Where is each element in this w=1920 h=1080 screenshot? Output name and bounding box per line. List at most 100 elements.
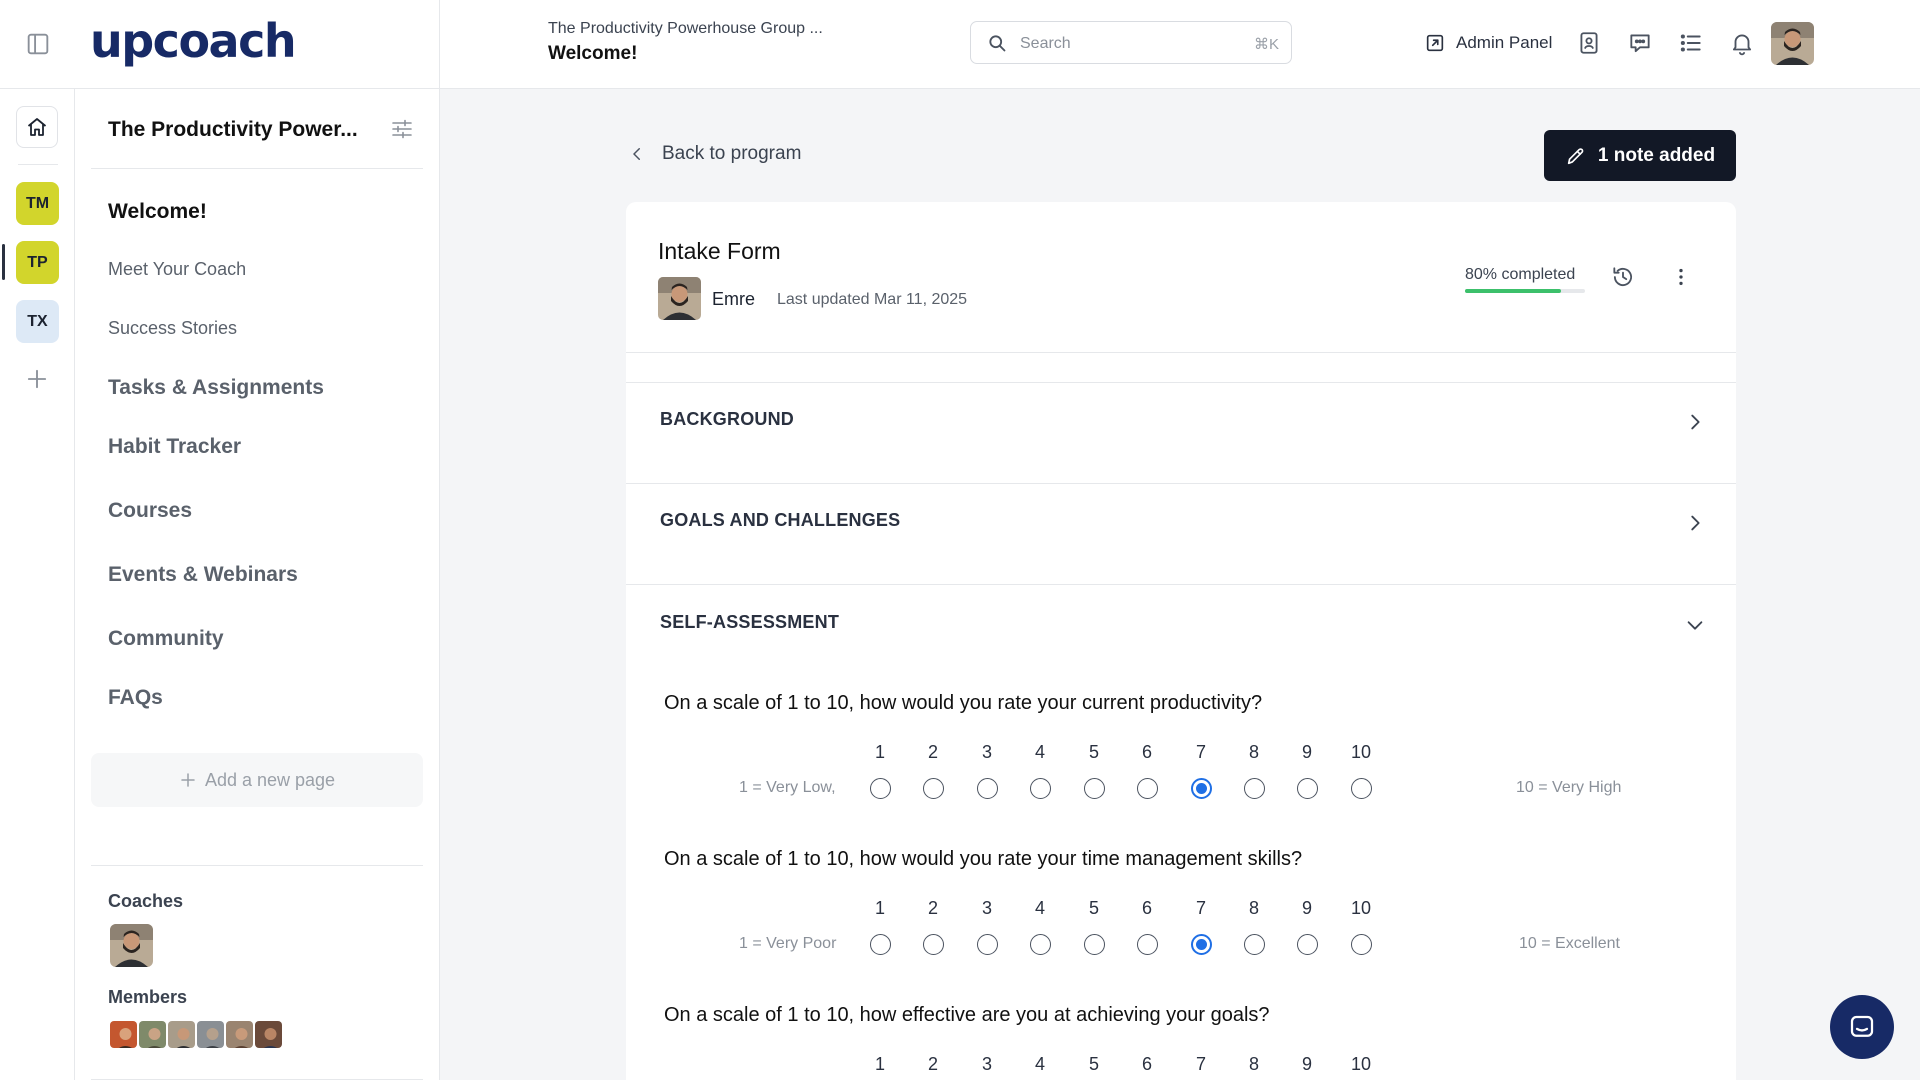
sidebar-item-welcome[interactable]: Welcome!: [108, 200, 207, 224]
workspace-tm[interactable]: TM: [16, 182, 59, 225]
app-logo[interactable]: upcoach: [90, 14, 297, 68]
chat-icon[interactable]: [1627, 30, 1653, 56]
history-icon[interactable]: [1610, 264, 1636, 290]
member-avatar[interactable]: [108, 1019, 139, 1050]
sidebar-item-tasks[interactable]: Tasks & Assignments: [108, 376, 324, 400]
sidebar-item-success-stories[interactable]: Success Stories: [108, 318, 237, 339]
scale-number: 6: [1141, 1054, 1152, 1074]
rating-radio[interactable]: [1190, 778, 1212, 799]
progress-label: 80% completed: [1465, 266, 1576, 283]
sidebar-toggle-icon[interactable]: [24, 30, 52, 58]
author-name: Emre: [712, 289, 756, 309]
scale-high-label: 10 = Excellent: [1519, 935, 1620, 952]
rating-radio[interactable]: [1350, 934, 1372, 955]
search-input[interactable]: Search ⌘K: [970, 21, 1292, 64]
coach-avatar[interactable]: [110, 924, 153, 967]
home-button[interactable]: [16, 106, 58, 148]
sidebar-item-courses[interactable]: Courses: [108, 499, 192, 523]
scale-number: 8: [1248, 1054, 1259, 1074]
search-icon: [987, 33, 1007, 53]
program-title[interactable]: The Productivity Power...: [108, 118, 358, 142]
list-icon[interactable]: [1678, 30, 1704, 56]
search-placeholder: Search: [1020, 35, 1071, 52]
rating-radio[interactable]: [1350, 778, 1372, 799]
scale-number: 5: [1088, 1054, 1099, 1074]
more-vertical-icon[interactable]: [1670, 266, 1692, 288]
plus-icon: [179, 771, 197, 789]
question-goal-effectiveness: On a scale of 1 to 10, how effective are…: [664, 1004, 1270, 1026]
bell-icon[interactable]: [1729, 30, 1755, 56]
rating-scale: 1 2 3 4 5 6 7 8 9 10: [626, 1054, 1736, 1080]
member-avatar[interactable]: [195, 1019, 226, 1050]
admin-panel-link[interactable]: Admin Panel: [1424, 30, 1552, 56]
rail-divider: [18, 164, 58, 165]
sidebar-item-meet-your-coach[interactable]: Meet Your Coach: [108, 259, 246, 280]
sliders-icon[interactable]: [390, 117, 414, 141]
chevron-down-icon: [1684, 614, 1706, 636]
members-label: Members: [108, 987, 188, 1007]
sidebar-item-faqs[interactable]: FAQs: [108, 686, 163, 710]
page-title: Welcome!: [548, 43, 638, 64]
rating-radio[interactable]: [1083, 934, 1105, 955]
scale-number: 9: [1301, 742, 1312, 762]
members-avatars[interactable]: [108, 1019, 284, 1050]
rating-radio[interactable]: [976, 934, 998, 955]
rating-scale: 1 = Very Low, 10 = Very High 1 2 3 4 5 6 7 8 9 10: [626, 742, 1736, 802]
notes-button[interactable]: 1 note added: [1544, 130, 1736, 181]
section-self-assessment[interactable]: SELF-ASSESSMENT: [626, 585, 1736, 655]
add-page-button[interactable]: Add a new page: [91, 753, 423, 807]
rating-radio[interactable]: [1136, 778, 1158, 799]
sidebar-item-events[interactable]: Events & Webinars: [108, 563, 298, 587]
search-shortcut: ⌘K: [1253, 36, 1279, 53]
rating-radio[interactable]: [1243, 778, 1265, 799]
rating-radio[interactable]: [1136, 934, 1158, 955]
rating-radio[interactable]: [1083, 778, 1105, 799]
rating-radio[interactable]: [922, 778, 944, 799]
workspace-tp[interactable]: TP: [16, 241, 59, 284]
rating-radio[interactable]: [1243, 934, 1265, 955]
back-to-program-link[interactable]: Back to program: [628, 143, 801, 165]
chat-launcher-button[interactable]: [1830, 995, 1894, 1059]
breadcrumb-group[interactable]: The Productivity Powerhouse Group ...: [548, 20, 823, 38]
scale-number: 9: [1301, 1054, 1312, 1074]
chevron-left-icon: [628, 145, 646, 163]
scale-number: 10: [1350, 898, 1372, 918]
sidebar-item-habit-tracker[interactable]: Habit Tracker: [108, 435, 241, 459]
plus-icon[interactable]: [23, 365, 51, 393]
rating-radio[interactable]: [922, 934, 944, 955]
scale-number: 8: [1248, 742, 1259, 762]
sidebar-divider: [91, 168, 423, 169]
scale-number: 4: [1034, 898, 1045, 918]
scale-number: 3: [981, 1054, 992, 1074]
rating-radio[interactable]: [1029, 778, 1051, 799]
rating-radio[interactable]: [1296, 778, 1318, 799]
notes-button-label: 1 note added: [1597, 144, 1716, 166]
member-avatar[interactable]: [224, 1019, 255, 1050]
rating-radio[interactable]: [1296, 934, 1318, 955]
add-page-label: Add a new page: [204, 769, 336, 790]
program-sidebar: The Productivity Power... Welcome! Meet …: [75, 89, 440, 1080]
section-goals-challenges[interactable]: GOALS AND CHALLENGES: [626, 484, 1736, 584]
rating-radio[interactable]: [1029, 934, 1051, 955]
chevron-right-icon: [1684, 512, 1706, 534]
messenger-icon: [1847, 1012, 1877, 1042]
rating-radio[interactable]: [869, 778, 891, 799]
member-avatar[interactable]: [137, 1019, 168, 1050]
section-background[interactable]: BACKGROUND: [626, 383, 1736, 483]
chevron-right-icon: [1684, 411, 1706, 433]
member-avatar[interactable]: [253, 1019, 284, 1050]
progress-bar: [1465, 289, 1585, 293]
scale-number: 5: [1088, 898, 1099, 918]
member-avatar[interactable]: [166, 1019, 197, 1050]
scale-number: 9: [1301, 898, 1312, 918]
workspace-tx[interactable]: TX: [16, 300, 59, 343]
rating-radio[interactable]: [976, 778, 998, 799]
scale-number: 4: [1034, 1054, 1045, 1074]
contact-card-icon[interactable]: [1576, 30, 1602, 56]
user-avatar[interactable]: [1771, 22, 1814, 65]
author-avatar: [658, 277, 701, 320]
rating-radio[interactable]: [1190, 934, 1212, 955]
rating-radio[interactable]: [869, 934, 891, 955]
scale-number: 1: [874, 898, 885, 918]
sidebar-item-community[interactable]: Community: [108, 627, 224, 651]
